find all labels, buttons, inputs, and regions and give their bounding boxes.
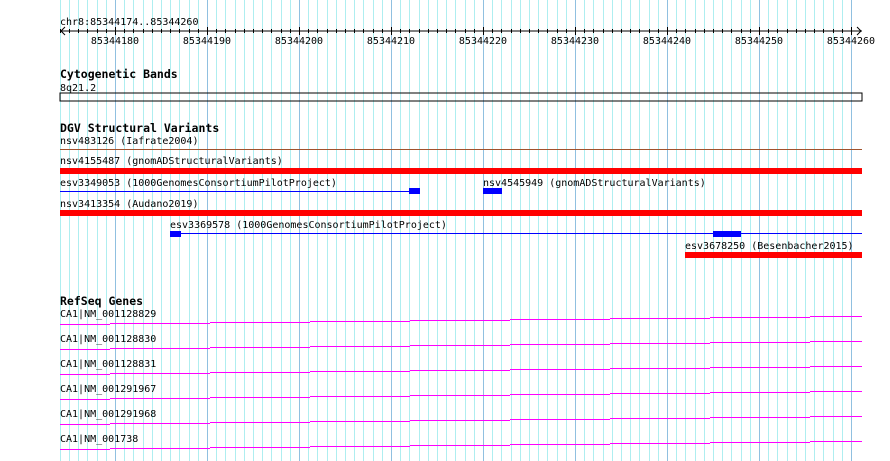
feature-label: esv3349053 (1000GenomesConsortiumPilotPr… <box>60 178 337 189</box>
transcript-label: CA1|NM_001738 <box>60 434 138 445</box>
feature-block[interactable] <box>170 231 181 237</box>
feature-block[interactable] <box>483 188 502 194</box>
transcript-label: CA1|NM_001291967 <box>60 384 156 395</box>
feature-label: esv3678250 (Besenbacher2015) <box>685 241 854 252</box>
tick-label: 85344190 <box>183 36 231 47</box>
transcript-label: CA1|NM_001291968 <box>60 409 156 420</box>
transcript-label: CA1|NM_001128830 <box>60 334 156 345</box>
feature-label: nsv4545949 (gnomADStructuralVariants) <box>483 178 706 189</box>
transcript-label: CA1|NM_001128829 <box>60 309 156 320</box>
tick-label: 85344230 <box>551 36 599 47</box>
ruler[interactable]: chr8:85344174..85344260 85344180 8534419… <box>60 17 875 47</box>
feature-block[interactable] <box>713 231 741 237</box>
tick-label: 85344260 <box>827 36 875 47</box>
track-title: DGV Structural Variants <box>60 121 219 135</box>
genome-browser-view[interactable]: chr8:85344174..85344260 85344180 8534419… <box>0 0 890 461</box>
feature-label: esv3369578 (1000GenomesConsortiumPilotPr… <box>170 220 447 231</box>
feature-label: nsv4155487 (gnomADStructuralVariants) <box>60 156 283 167</box>
tick-label: 85344250 <box>735 36 783 47</box>
track-title: Cytogenetic Bands <box>60 67 178 81</box>
tick-label: 85344200 <box>275 36 323 47</box>
tick-label: 85344240 <box>643 36 691 47</box>
sv-feature[interactable]: esv3349053 (1000GenomesConsortiumPilotPr… <box>60 178 420 194</box>
tick-label: 85344220 <box>459 36 507 47</box>
ruler-tick-labels: 85344180 85344190 85344200 85344210 8534… <box>91 36 875 47</box>
feature-bar[interactable] <box>60 210 862 216</box>
tick-label: 85344180 <box>91 36 139 47</box>
tick-label: 85344210 <box>367 36 415 47</box>
region-label: chr8:85344174..85344260 <box>60 17 198 28</box>
band-label: 8q21.2 <box>60 83 96 94</box>
sv-feature[interactable]: nsv4545949 (gnomADStructuralVariants) <box>483 178 706 194</box>
feature-block[interactable] <box>409 188 420 194</box>
transcript-label: CA1|NM_001128831 <box>60 359 156 370</box>
track-title: RefSeq Genes <box>60 294 143 308</box>
sv-feature[interactable]: esv3678250 (Besenbacher2015) <box>685 241 862 258</box>
sv-feature[interactable]: esv3369578 (1000GenomesConsortiumPilotPr… <box>170 220 862 237</box>
feature-label: nsv3413354 (Audano2019) <box>60 199 198 210</box>
feature-bar[interactable] <box>685 252 862 258</box>
feature-bar[interactable] <box>60 168 862 174</box>
feature-label: nsv483126 (Iafrate2004) <box>60 136 198 147</box>
